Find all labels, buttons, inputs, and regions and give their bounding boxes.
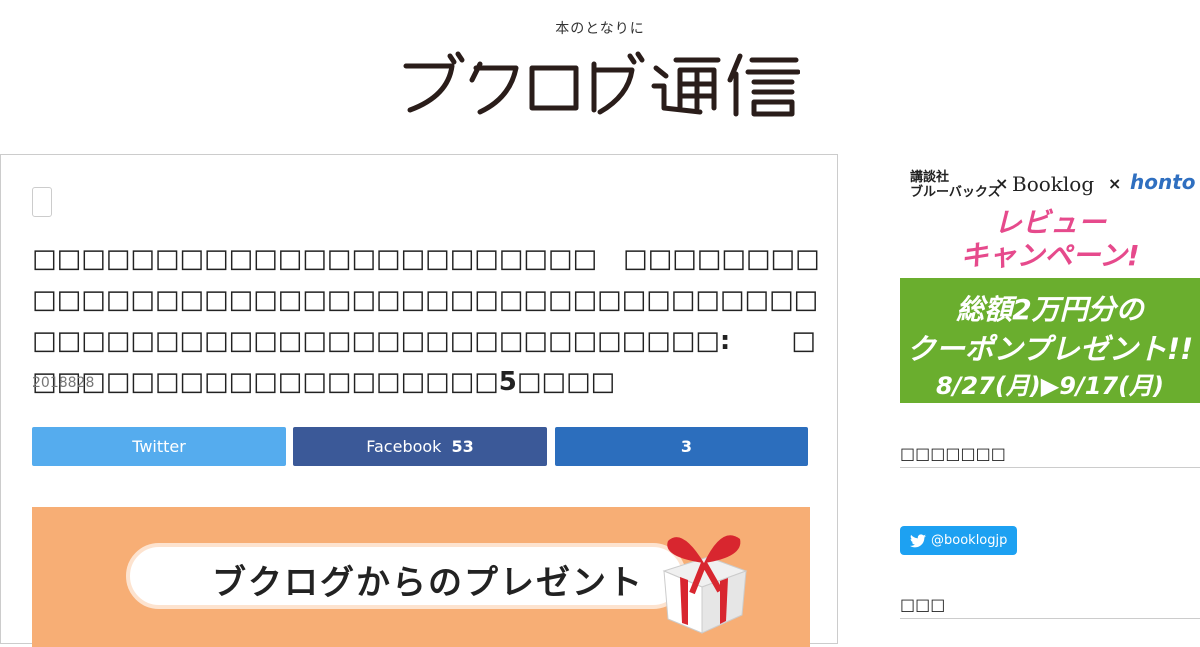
ad-coupon-present: クーポンプレゼント!! (906, 332, 1194, 366)
banner-text: ブクログからのプレゼント (212, 563, 644, 603)
article-card: □□□□□□□□□□□□□□□□□□□□□□□ □□□□□□□□□□□□□□□□… (0, 154, 838, 647)
article-title: □□□□□□□□□□□□□□□□□□□□□□□ □□□□□□□□□□□□□□□□… (32, 244, 820, 397)
present-banner[interactable]: ブクログからのプレゼント (32, 507, 810, 647)
ad-cross-1: × (995, 174, 1009, 193)
site-logo-image (403, 51, 801, 117)
sidebar-heading-2: □□□ (900, 595, 1200, 619)
article-date: 2018828 (32, 375, 95, 391)
site-header: 本のとなりに (0, 0, 1200, 154)
ad-publisher: 講談社 ブルーバックス (910, 170, 1001, 200)
twitter-share-button[interactable]: Twitter (32, 427, 286, 466)
ad-honto-logo: honto (1130, 170, 1196, 194)
site-tagline: 本のとなりに (555, 21, 645, 37)
sidebar: 講談社 ブルーバックス × Booklog × honto レビュー キャンペー… (900, 154, 1200, 630)
facebook-share-count: 53 (451, 437, 474, 456)
twitter-follow-button[interactable]: @booklogjp (900, 526, 1017, 555)
gift-box-icon (662, 535, 748, 634)
site-logo[interactable] (400, 46, 801, 118)
ad-period: 8/27(月)▶9/17(月) (935, 372, 1165, 400)
ad-top: 講談社 ブルーバックス × Booklog × honto レビュー キャンペー… (900, 154, 1200, 278)
ad-total-amount: 総額2万円分の (956, 293, 1144, 326)
hatena-share-count: 3 (680, 437, 693, 456)
twitter-follow-label: @booklogjp (931, 533, 1008, 548)
ad-booklog-logo: Booklog (1012, 172, 1095, 196)
facebook-share-label: Facebook (366, 437, 442, 456)
ad-bottom: 総額2万円分の クーポンプレゼント!! 8/27(月)▶9/17(月) (900, 278, 1200, 403)
sidebar-heading-follow: □□□□□□□ (900, 444, 1200, 468)
category-tag[interactable] (32, 187, 52, 217)
hatena-share-button[interactable]: 3 (555, 427, 808, 466)
facebook-share-button[interactable]: Facebook 53 (293, 427, 547, 466)
ad-review-campaign: レビュー キャンペーン! (960, 206, 1140, 272)
campaign-ad[interactable]: 講談社 ブルーバックス × Booklog × honto レビュー キャンペー… (900, 154, 1200, 404)
twitter-share-label: Twitter (132, 437, 186, 456)
twitter-bird-icon (910, 533, 926, 547)
ad-cross-2: × (1108, 174, 1122, 193)
